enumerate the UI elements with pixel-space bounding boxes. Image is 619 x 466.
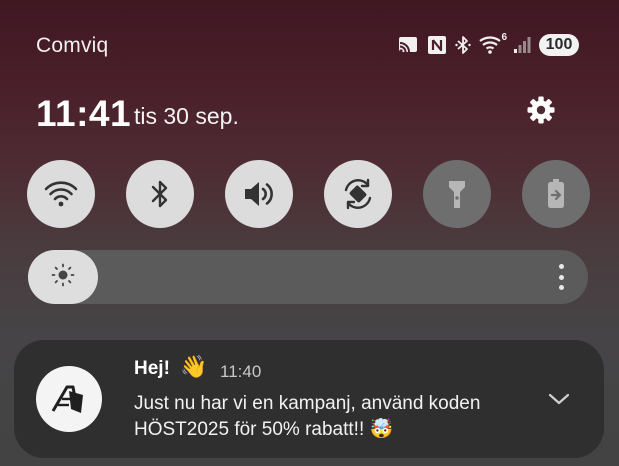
status-bar: Comviq 6 100 (0, 0, 619, 90)
sun-icon (51, 263, 75, 292)
brightness-slider[interactable] (28, 250, 588, 304)
bluetooth-icon (455, 35, 471, 55)
mind-blown-emoji: 🤯 (369, 419, 394, 440)
tile-wifi[interactable] (27, 160, 95, 228)
notification-time: 11:40 (220, 362, 262, 381)
wifi-icon: 6 (479, 32, 507, 55)
volume-icon (242, 179, 276, 209)
notification-title: Hej! (134, 358, 170, 379)
notification-card[interactable]: Hej! 👋 11:40 Just nu har vi en kampanj, … (14, 340, 604, 458)
clock-date[interactable]: tis 30 sep. (134, 103, 239, 130)
rotate-icon (340, 176, 376, 212)
signal-icon (513, 36, 531, 54)
nfc-icon (427, 35, 447, 55)
quick-settings-tiles (27, 160, 592, 228)
carrier-name: Comviq (36, 34, 109, 57)
tile-bluetooth[interactable] (126, 160, 194, 228)
battery-indicator: 100 (539, 34, 579, 56)
tile-power-share[interactable] (522, 160, 590, 228)
brightness-thumb[interactable] (28, 250, 98, 304)
status-icons: 6 100 (397, 32, 579, 58)
notification-body: Just nu har vi en kampanj, använd koden … (134, 391, 554, 443)
tile-sound[interactable] (225, 160, 293, 228)
expand-button[interactable] (546, 390, 572, 408)
notification-text: Just nu har vi en kampanj, använd koden … (134, 393, 481, 440)
cast-icon (397, 35, 419, 55)
tile-auto-rotate[interactable] (324, 160, 392, 228)
more-options-button[interactable] (556, 264, 566, 290)
flashlight-icon (446, 177, 468, 211)
wifi-icon (44, 179, 78, 209)
settings-button[interactable] (524, 95, 558, 129)
gear-icon (526, 95, 556, 130)
wifi-badge: 6 (501, 32, 507, 43)
chevron-down-icon (546, 393, 572, 412)
tile-flashlight[interactable] (423, 160, 491, 228)
app-icon (36, 366, 102, 432)
clock-time: 11:41 (36, 93, 132, 134)
wave-emoji: 👋 (180, 354, 208, 379)
battery-share-icon (545, 177, 567, 211)
bluetooth-icon (148, 178, 172, 210)
